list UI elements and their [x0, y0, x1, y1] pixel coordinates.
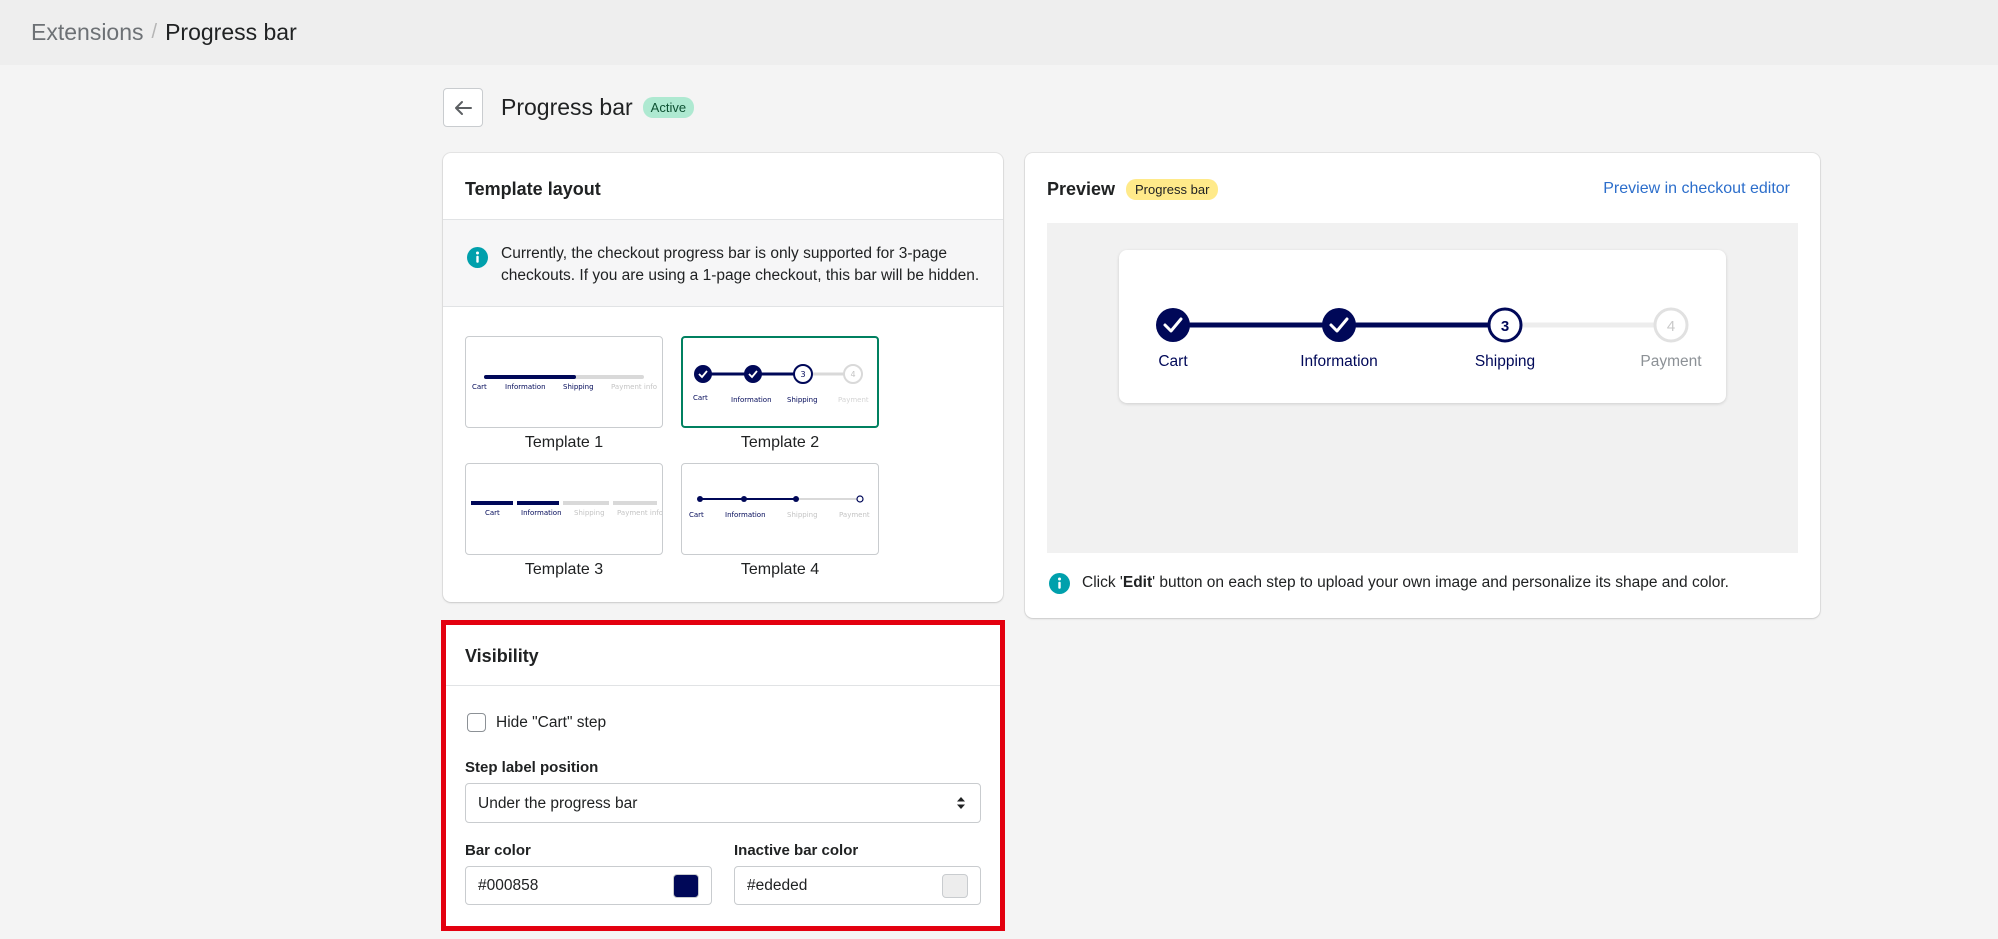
back-button[interactable] — [443, 88, 483, 127]
template-1-step-payment: Payment info — [611, 383, 657, 391]
step-information-circle[interactable] — [1322, 308, 1356, 342]
svg-text:4: 4 — [850, 370, 855, 379]
template-3-step-information: Information — [521, 509, 562, 517]
template-4-thumbnail[interactable]: Cart Information Shipping Payment — [681, 463, 879, 555]
inactive-bar-color-input[interactable]: #ededed — [734, 866, 981, 905]
bar-color-swatch[interactable] — [673, 874, 699, 898]
step-payment-number: 4 — [1667, 318, 1675, 335]
visibility-card: Visibility Hide "Cart" step Step label p… — [443, 622, 1003, 929]
status-badge: Active — [642, 97, 695, 118]
step-shipping-number: 3 — [1501, 318, 1509, 335]
preview-badge: Progress bar — [1126, 179, 1219, 200]
inactive-bar-color-label: Inactive bar color — [734, 842, 859, 859]
preview-progress-bar: 3 4 Cart Information Shipping Payment — [1119, 250, 1726, 403]
template-2-step-cart: Cart — [693, 394, 708, 402]
arrow-left-icon — [455, 100, 472, 115]
step-label-position-select[interactable]: Under the progress bar — [465, 783, 981, 823]
template-4-step-information: Information — [725, 511, 766, 519]
template-2-step-payment: Payment — [838, 396, 869, 404]
template-1-step-information: Information — [505, 383, 546, 391]
template-2-step-information: Information — [731, 396, 772, 404]
template-1-step-shipping: Shipping — [563, 383, 594, 391]
preview-note-suffix: ' button on each step to upload your own… — [1152, 574, 1729, 591]
template-4-preview: Cart Information Shipping Payment — [689, 495, 870, 519]
template-2-preview: 3 4 Cart Information Shipping Payment — [693, 364, 869, 404]
step-shipping-label: Shipping — [1475, 353, 1535, 370]
preview-note-edit: Edit — [1122, 574, 1153, 591]
bar-color-label: Bar color — [465, 842, 531, 859]
divider — [443, 685, 1003, 686]
template-2-thumbnail[interactable]: 3 4 Cart Information Shipping Payment — [681, 336, 879, 428]
template-2-label[interactable]: Template 2 — [681, 434, 879, 452]
template-layout-card: Template layout Currently, the checkout … — [443, 153, 1003, 602]
top-bar: Extensions / Progress bar — [0, 0, 1998, 65]
template-4-step-cart: Cart — [689, 511, 704, 519]
info-banner: Currently, the checkout progress bar is … — [443, 219, 1003, 307]
inactive-bar-color-value: #ededed — [747, 877, 808, 894]
template-3-step-shipping: Shipping — [574, 509, 605, 517]
template-4-step-shipping: Shipping — [787, 511, 818, 519]
preview-card: Preview Progress bar Preview in checkout… — [1025, 153, 1820, 618]
template-1-step-cart: Cart — [472, 383, 487, 391]
info-icon — [1049, 573, 1070, 594]
svg-text:3: 3 — [800, 370, 805, 379]
breadcrumb-current: Progress bar — [165, 19, 297, 45]
template-4-label[interactable]: Template 4 — [681, 561, 879, 579]
info-icon — [467, 247, 488, 268]
hide-cart-checkbox[interactable] — [467, 713, 486, 732]
template-layout-title: Template layout — [465, 179, 601, 199]
bar-color-input[interactable]: #000858 — [465, 866, 712, 905]
template-3-thumbnail[interactable]: Cart Information Shipping Payment info — [465, 463, 663, 555]
step-label-position-label: Step label position — [465, 759, 599, 776]
preview-note: Click 'Edit' button on each step to uplo… — [1082, 574, 1729, 592]
template-1-label[interactable]: Template 1 — [465, 434, 663, 452]
select-arrows-icon — [957, 797, 965, 809]
step-information-label: Information — [1300, 353, 1378, 370]
preview-note-prefix: Click ' — [1082, 574, 1123, 591]
step-payment-label: Payment — [1640, 353, 1702, 370]
step-cart-label: Cart — [1158, 353, 1188, 370]
inactive-bar-color-swatch[interactable] — [942, 874, 968, 898]
template-4-step-payment: Payment — [839, 511, 870, 519]
bar-color-value: #000858 — [478, 877, 539, 894]
page-title: Progress bar — [501, 94, 633, 120]
template-3-step-payment: Payment info — [617, 509, 662, 517]
preview-in-checkout-editor-link[interactable]: Preview in checkout editor — [1603, 180, 1790, 198]
template-3-preview: Cart Information Shipping Payment info — [471, 501, 663, 517]
template-1-preview: Cart Information Shipping Payment info — [472, 375, 657, 391]
template-3-step-cart: Cart — [485, 509, 500, 517]
progress-bar-graphic: 3 4 Cart Information Shipping Payment — [1156, 307, 1702, 370]
info-banner-text: Currently, the checkout progress bar is … — [501, 245, 980, 284]
breadcrumb-separator: / — [151, 21, 158, 43]
template-2-step-shipping: Shipping — [787, 396, 818, 404]
preview-title: Preview — [1047, 179, 1116, 199]
breadcrumb-extensions[interactable]: Extensions — [31, 19, 144, 46]
preview-area: 3 4 Cart Information Shipping Payment — [1047, 223, 1798, 553]
step-label-position-value: Under the progress bar — [478, 795, 638, 812]
step-cart-circle[interactable] — [1156, 308, 1190, 342]
hide-cart-label[interactable]: Hide "Cart" step — [496, 714, 606, 732]
template-1-thumbnail[interactable]: Cart Information Shipping Payment info — [465, 336, 663, 428]
visibility-title: Visibility — [465, 646, 539, 666]
template-3-label[interactable]: Template 3 — [465, 561, 663, 579]
page-header: Progress bar Active — [443, 88, 695, 127]
